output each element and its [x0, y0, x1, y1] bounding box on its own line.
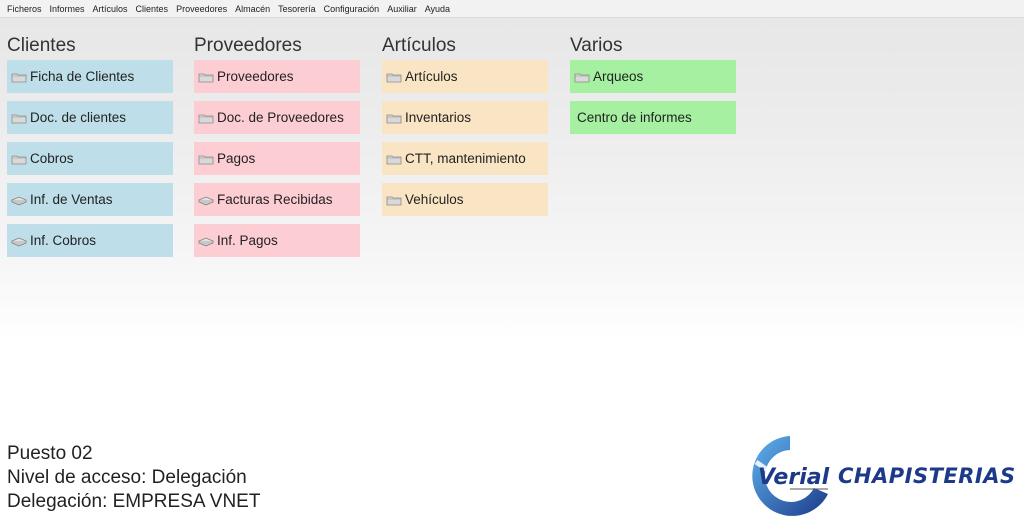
- tile-label: Artículos: [405, 69, 458, 84]
- folder-icon: [574, 73, 590, 82]
- tile-label: Facturas Recibidas: [217, 192, 333, 207]
- column-clientes: Clientes Ficha de Clientes Doc. de clien…: [7, 32, 173, 265]
- tile-vehiculos[interactable]: Vehículos: [382, 183, 548, 216]
- column-title-varios: Varios: [570, 35, 623, 56]
- menu-proveedores[interactable]: Proveedores: [172, 0, 231, 18]
- tile-label: Ficha de Clientes: [30, 69, 135, 84]
- report-icon: [11, 196, 27, 205]
- folder-icon: [11, 73, 27, 82]
- menu-informes[interactable]: Informes: [46, 0, 89, 18]
- menu-tesoreria[interactable]: Tesorería: [274, 0, 320, 18]
- tile-label: Centro de informes: [577, 110, 692, 125]
- tile-label: Doc. de clientes: [30, 110, 127, 125]
- menu-configuracion[interactable]: Configuración: [320, 0, 384, 18]
- menu-auxiliar[interactable]: Auxiliar: [383, 0, 421, 18]
- tile-label: Vehículos: [405, 192, 464, 207]
- tile-inf-pagos[interactable]: Inf. Pagos: [194, 224, 360, 257]
- tile-cobros[interactable]: Cobros: [7, 142, 173, 175]
- puesto-label: Puesto 02: [7, 443, 93, 464]
- tile-label: Proveedores: [217, 69, 294, 84]
- tile-label: Inf. de Ventas: [30, 192, 113, 207]
- folder-icon: [11, 155, 27, 164]
- tile-inventarios[interactable]: Inventarios: [382, 101, 548, 134]
- folder-icon: [386, 196, 402, 205]
- tile-inf-de-ventas[interactable]: Inf. de Ventas: [7, 183, 173, 216]
- tile-centro-de-informes[interactable]: Centro de informes: [570, 101, 736, 134]
- tile-doc-de-proveedores[interactable]: Doc. de Proveedores: [194, 101, 360, 134]
- column-articulos: Artículos Artículos Inventarios CTT, man…: [382, 32, 548, 224]
- menu-clientes[interactable]: Clientes: [132, 0, 173, 18]
- folder-icon: [198, 73, 214, 82]
- tile-label: Inventarios: [405, 110, 472, 125]
- tile-ficha-de-clientes[interactable]: Ficha de Clientes: [7, 60, 173, 93]
- tile-label: Cobros: [30, 151, 74, 166]
- folder-icon: [198, 155, 214, 164]
- column-title-proveedores: Proveedores: [194, 35, 302, 56]
- menu-bar: Ficheros Informes Artículos Clientes Pro…: [0, 0, 1024, 18]
- column-title-articulos: Artículos: [382, 35, 456, 56]
- tile-label: Inf. Pagos: [217, 233, 278, 248]
- folder-icon: [11, 114, 27, 123]
- tile-articulos[interactable]: Artículos: [382, 60, 548, 93]
- tile-proveedores[interactable]: Proveedores: [194, 60, 360, 93]
- folder-icon: [386, 73, 402, 82]
- column-varios: Varios Arqueos Centro de informes: [570, 32, 736, 142]
- tile-ctt-mantenimiento[interactable]: CTT, mantenimiento: [382, 142, 548, 175]
- report-icon: [11, 237, 27, 246]
- report-icon: [198, 196, 214, 205]
- product-name: CHAPISTERIAS: [838, 464, 1016, 488]
- tile-label: Doc. de Proveedores: [217, 110, 344, 125]
- folder-icon: [198, 114, 214, 123]
- verial-logo-icon: Verial: [752, 436, 830, 516]
- tile-facturas-recibidas[interactable]: Facturas Recibidas: [194, 183, 360, 216]
- tile-inf-cobros[interactable]: Inf. Cobros: [7, 224, 173, 257]
- menu-ficheros[interactable]: Ficheros: [3, 0, 46, 18]
- menu-articulos[interactable]: Artículos: [89, 0, 132, 18]
- menu-almacen[interactable]: Almacén: [231, 0, 274, 18]
- tile-label: Pagos: [217, 151, 256, 166]
- svg-text:Verial: Verial: [758, 465, 830, 490]
- folder-icon: [386, 114, 402, 123]
- nivel-acceso-label: Nivel de acceso: Delegación: [7, 467, 247, 488]
- brand-logo: Verial CHAPISTERIAS: [748, 432, 1018, 520]
- tile-arqueos[interactable]: Arqueos: [570, 60, 736, 93]
- folder-icon: [386, 155, 402, 164]
- session-info: Puesto 02 Nivel de acceso: Delegación De…: [7, 442, 260, 514]
- tile-doc-de-clientes[interactable]: Doc. de clientes: [7, 101, 173, 134]
- column-title-clientes: Clientes: [7, 35, 76, 56]
- tile-pagos[interactable]: Pagos: [194, 142, 360, 175]
- report-icon: [198, 237, 214, 246]
- tile-label: Arqueos: [593, 69, 644, 84]
- delegacion-label: Delegación: EMPRESA VNET: [7, 491, 261, 512]
- tile-label: CTT, mantenimiento: [405, 151, 526, 166]
- tile-label: Inf. Cobros: [30, 233, 97, 248]
- column-proveedores: Proveedores Proveedores Doc. de Proveedo…: [194, 32, 360, 265]
- menu-ayuda[interactable]: Ayuda: [421, 0, 454, 18]
